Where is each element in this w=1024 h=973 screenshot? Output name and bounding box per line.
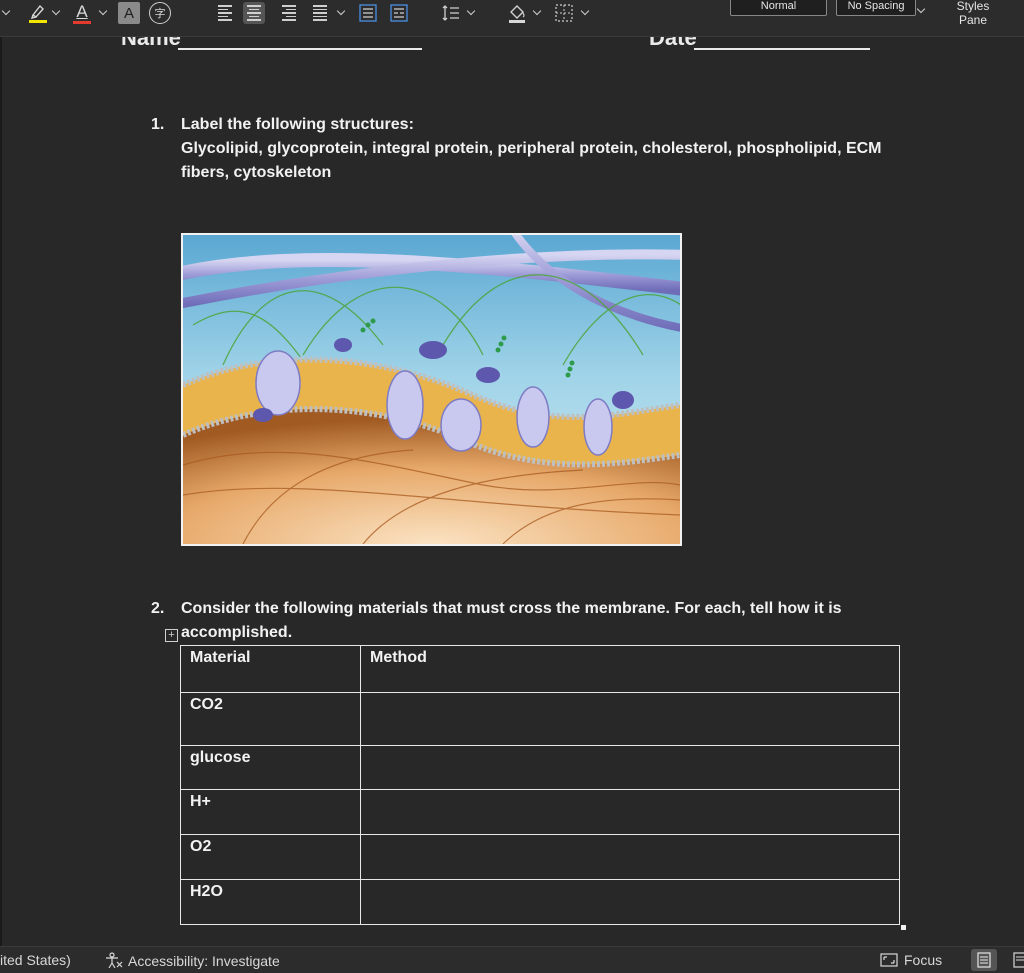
distributed-icon [359, 4, 377, 22]
focus-button[interactable]: Focus [880, 952, 942, 968]
date-label: Date [649, 37, 697, 50]
chevron-down-icon[interactable] [1, 6, 11, 16]
table-header-cell[interactable]: Material [180, 645, 361, 693]
font-color-button[interactable]: A [70, 0, 94, 26]
style-no-spacing-label: No Spacing [847, 0, 905, 12]
style-normal[interactable]: Normal [730, 0, 827, 16]
borders-icon [555, 4, 573, 22]
name-label: Name [121, 37, 181, 50]
table-resize-handle[interactable] [901, 925, 906, 930]
document-canvas[interactable]: Name Date 1. Label the following structu… [0, 37, 1024, 946]
enclose-characters-glyph: 字 [154, 8, 166, 20]
table-cell-material[interactable]: CO2 [180, 692, 361, 746]
cell-membrane-figure[interactable] [181, 233, 682, 546]
table-cell-method[interactable] [360, 789, 900, 835]
question-1: 1. Label the following structures: Glyco… [151, 113, 921, 185]
chevron-down-icon[interactable] [916, 4, 926, 14]
table-header-cell[interactable]: Method [360, 645, 900, 693]
question-2-number: 2. [151, 600, 165, 617]
status-bar: ited States) Accessibility: Investigate … [0, 946, 1024, 973]
styles-gallery-scroll[interactable] [916, 0, 926, 20]
enclose-characters-button[interactable]: 字 [149, 2, 171, 24]
highlight-button[interactable] [26, 0, 50, 26]
accessibility-label: Accessibility: Investigate [128, 953, 280, 969]
highlighter-icon [29, 4, 47, 23]
borders-button[interactable] [553, 0, 575, 26]
chevron-down-icon[interactable] [466, 6, 476, 16]
line-spacing-icon [442, 5, 459, 21]
materials-table: Material Method CO2 glucose H+ O2 H2O [180, 645, 900, 925]
question-1-line-2: Glycolipid, glycoprotein, integral prote… [181, 140, 882, 157]
question-2-line-1: Consider the following materials that mu… [181, 600, 842, 617]
name-underline[interactable] [178, 48, 422, 50]
table-move-handle[interactable]: + [165, 629, 178, 642]
table-cell-material[interactable]: H+ [180, 789, 361, 835]
shading-button[interactable] [505, 0, 529, 26]
language-status[interactable]: ited States) [0, 952, 71, 968]
question-1-number: 1. [151, 116, 165, 133]
styles-pane-button[interactable]: Styles Pane [946, 0, 1000, 27]
justify-button[interactable] [309, 2, 331, 24]
table-row: glucose [180, 745, 900, 790]
align-right-button[interactable] [278, 2, 300, 24]
date-underline[interactable] [694, 48, 870, 50]
align-center-button[interactable] [243, 2, 265, 24]
print-layout-icon [977, 952, 991, 968]
ribbon-toolbar: A A 字 Normal No Spacing Styles Pane [0, 0, 1024, 37]
table-header-row: Material Method [180, 645, 900, 693]
table-cell-method[interactable] [360, 745, 900, 790]
web-layout-icon [1013, 952, 1024, 968]
align-center-icon [247, 5, 261, 21]
styles-pane-label-1: Styles [956, 0, 990, 13]
justify-icon [313, 5, 327, 21]
character-shading-letter: A [123, 4, 134, 22]
chevron-down-icon[interactable] [98, 6, 108, 16]
question-1-line-1: Label the following structures: [181, 116, 414, 133]
question-2: 2. Consider the following materials that… [151, 597, 921, 645]
text-direction-button[interactable] [388, 2, 410, 24]
font-color-swatch [73, 20, 91, 24]
cell-membrane-illustration [183, 235, 680, 544]
align-right-icon [282, 5, 296, 21]
chevron-down-icon[interactable] [336, 6, 346, 16]
character-shading-button[interactable]: A [118, 2, 140, 24]
style-no-spacing[interactable]: No Spacing [836, 0, 916, 16]
focus-label: Focus [904, 952, 943, 968]
table-cell-material[interactable]: O2 [180, 834, 361, 880]
paint-bucket-icon [509, 5, 525, 23]
styles-pane-label-2: Pane [958, 13, 988, 27]
table-row: H+ [180, 789, 900, 835]
table-cell-material[interactable]: glucose [180, 745, 361, 790]
style-normal-label: Normal [760, 0, 797, 12]
focus-icon [880, 953, 898, 967]
table-cell-material[interactable]: H2O [180, 879, 361, 925]
chevron-down-icon[interactable] [51, 6, 61, 16]
line-spacing-button[interactable] [440, 0, 462, 26]
table-cell-method[interactable] [360, 692, 900, 746]
question-1-line-3: fibers, cytoskeleton [181, 164, 332, 181]
align-left-icon [218, 5, 232, 21]
table-cell-method[interactable] [360, 879, 900, 925]
chevron-down-icon[interactable] [580, 6, 590, 16]
accessibility-button[interactable]: Accessibility: Investigate [104, 952, 280, 970]
accessibility-icon [106, 952, 123, 969]
distributed-button[interactable] [357, 2, 379, 24]
question-2-line-2: accomplished. [181, 624, 293, 641]
table-cell-method[interactable] [360, 834, 900, 880]
web-layout-view-button[interactable] [1013, 952, 1024, 971]
table-row: O2 [180, 834, 900, 880]
table-row: CO2 [180, 692, 900, 746]
print-layout-view-button[interactable] [971, 949, 997, 971]
text-direction-icon [390, 4, 408, 22]
font-color-letter: A [76, 1, 88, 21]
table-row: H2O [180, 879, 900, 925]
page-edge [0, 37, 2, 946]
align-left-button[interactable] [214, 2, 236, 24]
chevron-down-icon[interactable] [532, 6, 542, 16]
